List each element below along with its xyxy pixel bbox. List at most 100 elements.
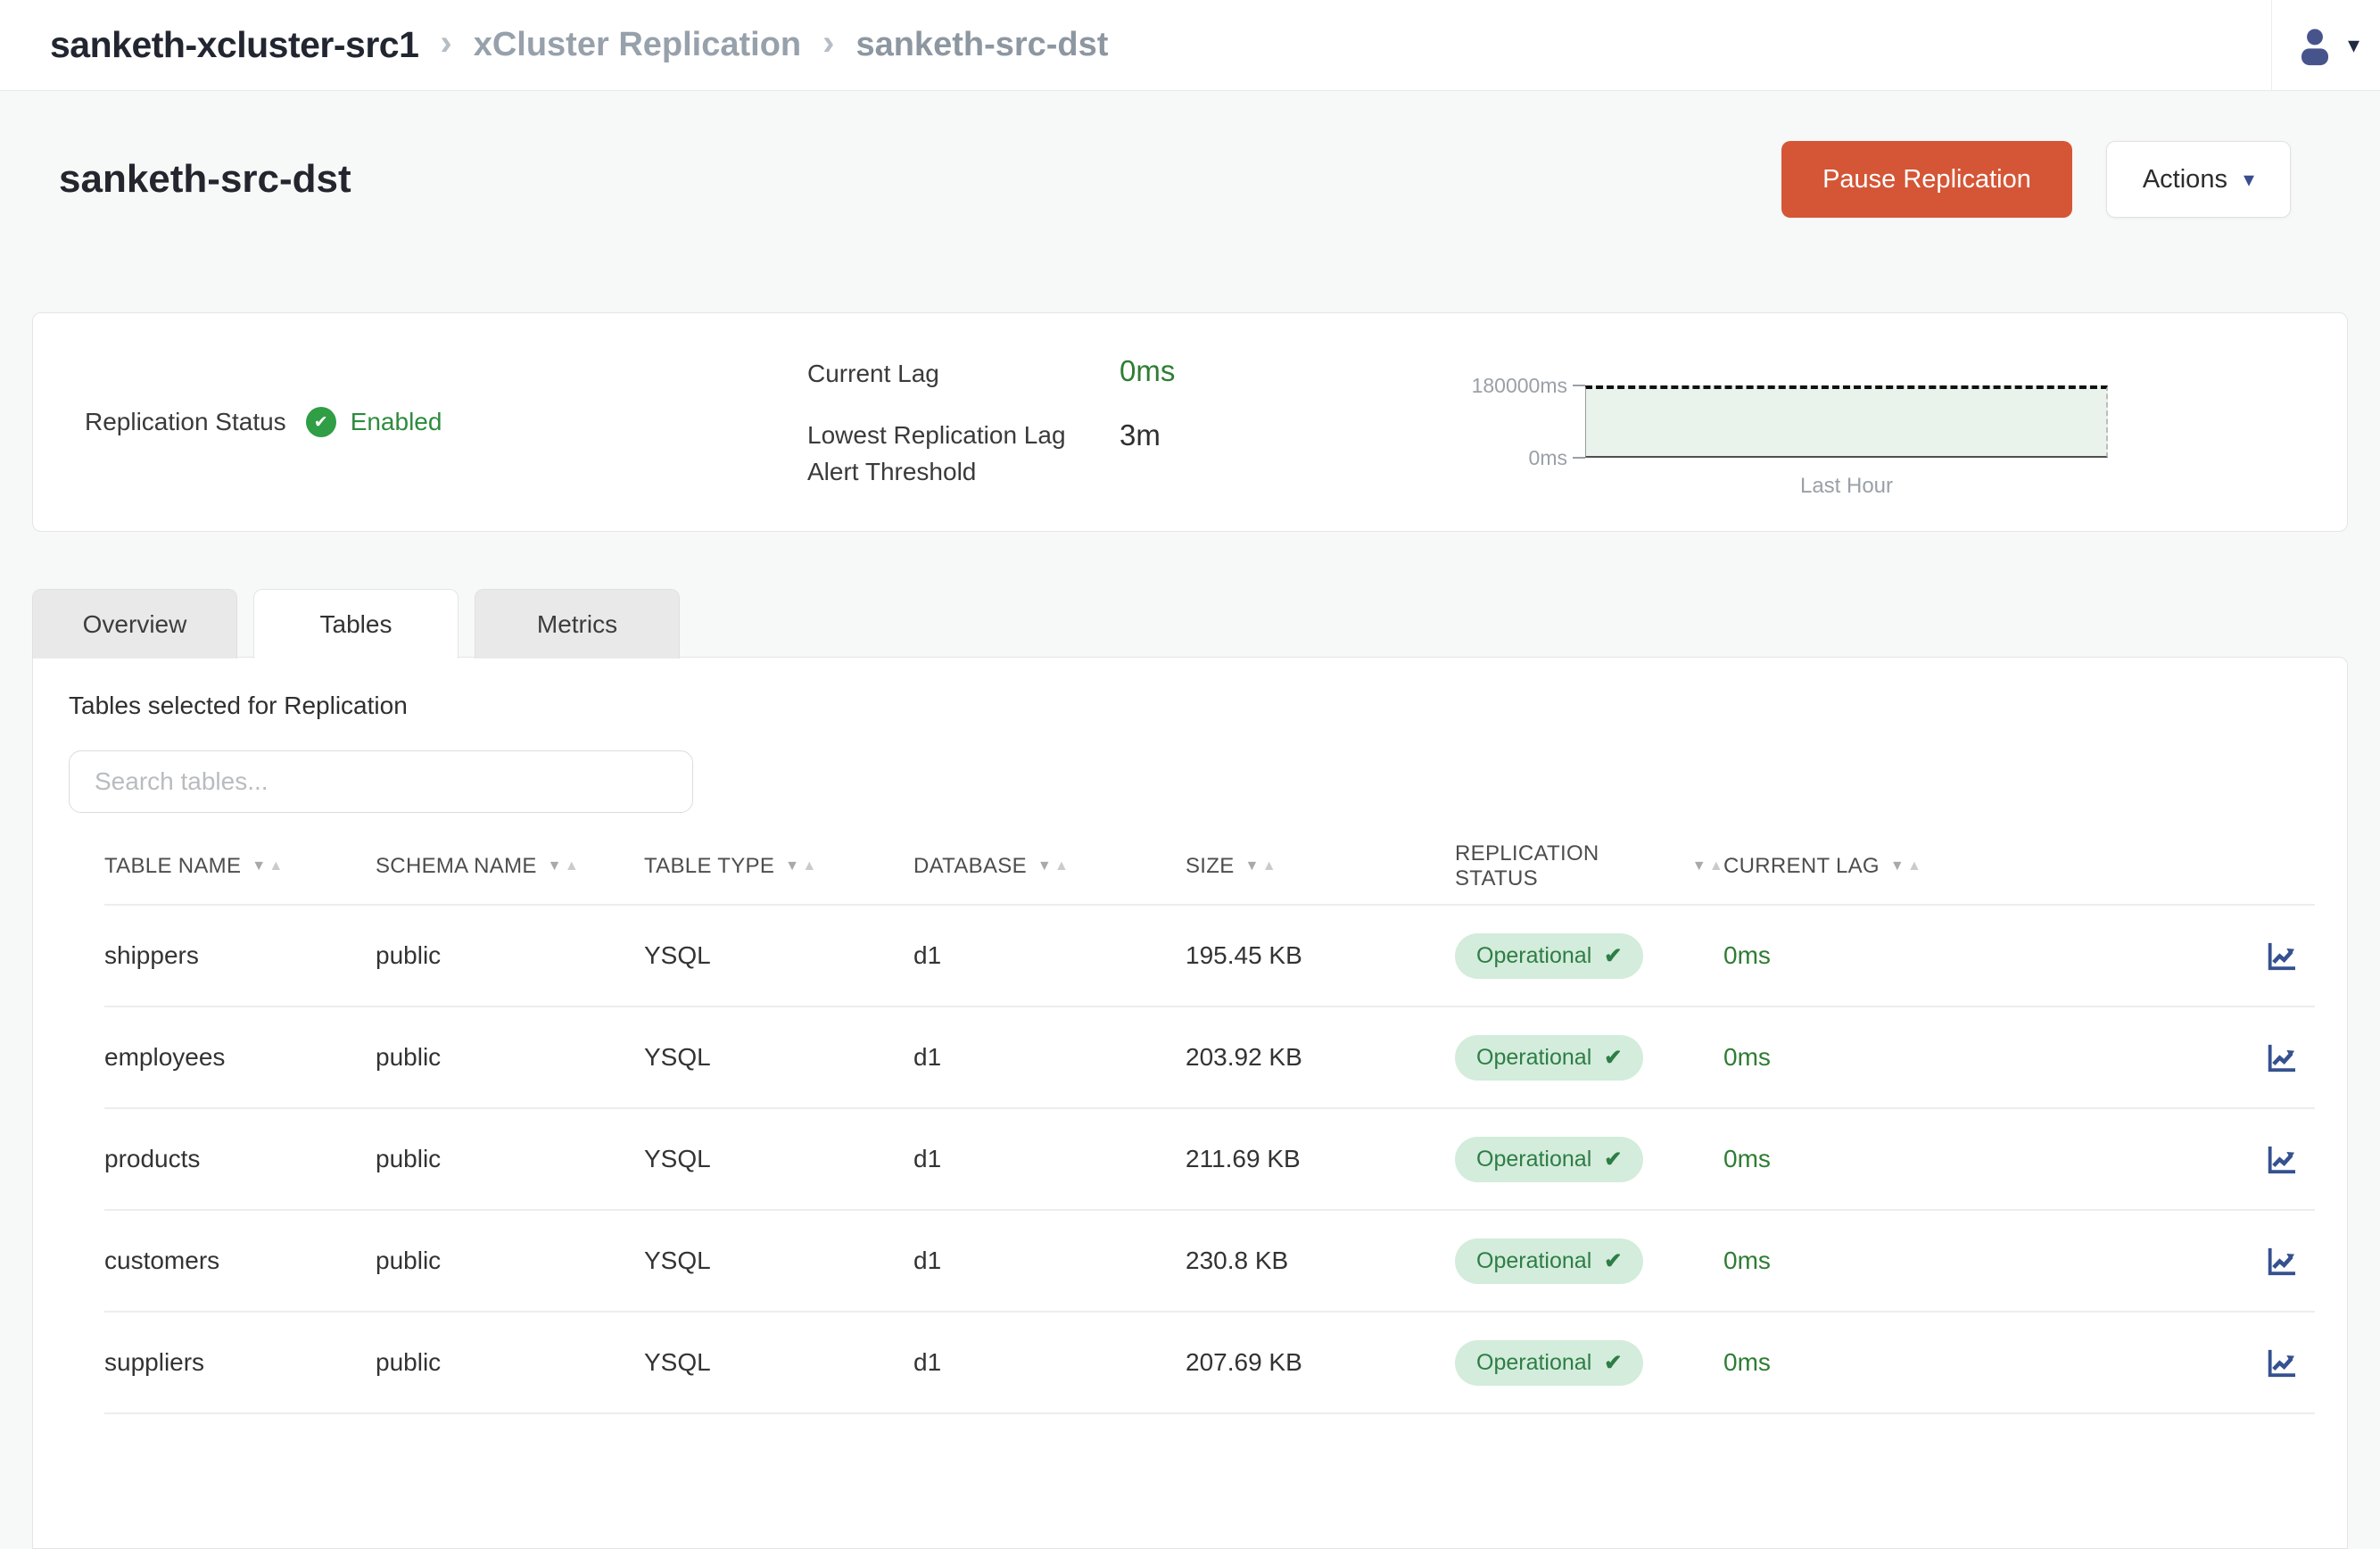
column-header[interactable]: SCHEMA NAME ▼ ▲ bbox=[376, 854, 644, 879]
tab-label: Tables bbox=[320, 610, 393, 639]
lag-chart-ymin-label: 0ms bbox=[1420, 446, 1567, 470]
current-lag-label: Current Lag bbox=[807, 360, 939, 388]
pause-replication-button[interactable]: Pause Replication bbox=[1781, 141, 2072, 218]
sort-icons: ▼ ▲ bbox=[548, 859, 579, 874]
actions-button[interactable]: Actions ▾ bbox=[2106, 141, 2291, 218]
cell-table-type: YSQL bbox=[644, 1348, 913, 1377]
cell-schema-name: public bbox=[376, 1247, 644, 1275]
status-badge-label: Operational bbox=[1476, 1147, 1591, 1172]
user-icon bbox=[2293, 23, 2337, 68]
lag-graph-button[interactable] bbox=[2263, 1243, 2315, 1279]
lag-chart-tick bbox=[1573, 385, 1585, 386]
sort-desc-icon: ▼ bbox=[1692, 859, 1706, 874]
sort-icons: ▼ ▲ bbox=[1245, 859, 1277, 874]
table-row: customers public YSQL d1 230.8 KB Operat… bbox=[104, 1211, 2315, 1313]
cell-replication-status: Operational ✔ bbox=[1455, 1035, 1723, 1081]
column-header[interactable]: DATABASE ▼ ▲ bbox=[913, 854, 1186, 879]
tab-overview[interactable]: Overview bbox=[32, 589, 237, 659]
chart-line-icon bbox=[2263, 938, 2301, 973]
alert-threshold-label-line1: Lowest Replication Lag bbox=[807, 417, 1066, 453]
replication-status: Replication Status ✔ Enabled bbox=[85, 407, 442, 437]
current-lag-value: 0ms bbox=[1120, 354, 1175, 388]
header-buttons: Pause Replication Actions ▾ bbox=[1781, 141, 2291, 218]
sort-asc-icon: ▲ bbox=[269, 859, 283, 874]
chart-line-icon bbox=[2263, 1243, 2301, 1279]
lag-sparkline-chart bbox=[1585, 385, 2108, 458]
cell-database: d1 bbox=[913, 1247, 1186, 1275]
status-badge: Operational ✔ bbox=[1455, 1035, 1643, 1081]
cell-database: d1 bbox=[913, 1043, 1186, 1072]
cell-replication-status: Operational ✔ bbox=[1455, 1238, 1723, 1284]
search-input[interactable] bbox=[69, 750, 693, 813]
column-header-label: SIZE bbox=[1186, 854, 1235, 879]
sort-icons: ▼ ▲ bbox=[1692, 859, 1723, 874]
alert-threshold-label-line2: Alert Threshold bbox=[807, 453, 1066, 490]
table-header-row: TABLE NAME ▼ ▲ SCHEMA NAME ▼ ▲ TABLE TYP… bbox=[104, 829, 2315, 906]
column-header[interactable]: TABLE TYPE ▼ ▲ bbox=[644, 854, 913, 879]
status-badge: Operational ✔ bbox=[1455, 1238, 1643, 1284]
column-header[interactable]: TABLE NAME ▼ ▲ bbox=[104, 854, 376, 879]
lag-graph-button[interactable] bbox=[2263, 1141, 2315, 1177]
status-badge-label: Operational bbox=[1476, 943, 1591, 969]
chart-line-icon bbox=[2263, 1040, 2301, 1075]
actions-button-label: Actions bbox=[2143, 165, 2227, 195]
column-header[interactable]: CURRENT LAG ▼ ▲ bbox=[1723, 854, 1938, 879]
tabs: Overview Tables Metrics bbox=[32, 589, 2380, 659]
replication-status-value: Enabled bbox=[351, 408, 442, 436]
cell-schema-name: public bbox=[376, 1145, 644, 1173]
sort-asc-icon: ▲ bbox=[802, 859, 816, 874]
breadcrumb-cluster-link[interactable]: sanketh-xcluster-src1 bbox=[50, 24, 418, 66]
tab-tables[interactable]: Tables bbox=[253, 589, 459, 659]
column-header-label: TABLE TYPE bbox=[644, 854, 774, 879]
table-row: shippers public YSQL d1 195.45 KB Operat… bbox=[104, 906, 2315, 1007]
sort-desc-icon: ▼ bbox=[1890, 859, 1905, 874]
column-header[interactable]: REPLICATION STATUS ▼ ▲ bbox=[1455, 841, 1723, 891]
status-badge-label: Operational bbox=[1476, 1248, 1591, 1274]
tab-label: Metrics bbox=[537, 610, 617, 639]
check-icon: ✔ bbox=[1604, 1350, 1622, 1376]
column-header-label: DATABASE bbox=[913, 854, 1027, 879]
cell-current-lag: 0ms bbox=[1723, 1247, 1938, 1275]
cell-table-type: YSQL bbox=[644, 941, 913, 970]
breadcrumb-current: sanketh-src-dst bbox=[855, 26, 1108, 64]
chevron-down-icon: ▾ bbox=[2244, 167, 2254, 193]
cell-current-lag: 0ms bbox=[1723, 1348, 1938, 1377]
user-menu[interactable]: ▾ bbox=[2271, 0, 2380, 91]
check-icon: ✔ bbox=[1604, 943, 1622, 969]
cell-schema-name: public bbox=[376, 1043, 644, 1072]
sort-desc-icon: ▼ bbox=[1037, 859, 1052, 874]
sort-icons: ▼ ▲ bbox=[252, 859, 283, 874]
tab-metrics[interactable]: Metrics bbox=[475, 589, 680, 659]
cell-table-name: products bbox=[104, 1145, 376, 1173]
status-badge-label: Operational bbox=[1476, 1350, 1591, 1376]
lag-chart-tick bbox=[1573, 457, 1585, 459]
lag-chart-ymax-label: 180000ms bbox=[1420, 374, 1567, 398]
tables-panel: Tables selected for Replication TABLE NA… bbox=[32, 657, 2348, 1549]
alert-threshold-value: 3m bbox=[1120, 418, 1161, 452]
cell-database: d1 bbox=[913, 941, 1186, 970]
lag-graph-button[interactable] bbox=[2263, 938, 2315, 973]
cell-database: d1 bbox=[913, 1145, 1186, 1173]
check-icon: ✔ bbox=[1604, 1248, 1622, 1274]
cell-table-type: YSQL bbox=[644, 1043, 913, 1072]
cell-table-name: shippers bbox=[104, 941, 376, 970]
sort-desc-icon: ▼ bbox=[548, 859, 562, 874]
cell-schema-name: public bbox=[376, 941, 644, 970]
lag-graph-button[interactable] bbox=[2263, 1345, 2315, 1380]
cell-schema-name: public bbox=[376, 1348, 644, 1377]
check-circle-icon: ✔ bbox=[306, 407, 336, 437]
column-header[interactable]: SIZE ▼ ▲ bbox=[1186, 854, 1455, 879]
lag-graph-button[interactable] bbox=[2263, 1040, 2315, 1075]
cell-current-lag: 0ms bbox=[1723, 1043, 1938, 1072]
sort-desc-icon: ▼ bbox=[785, 859, 799, 874]
status-badge: Operational ✔ bbox=[1455, 1340, 1643, 1386]
status-badge: Operational ✔ bbox=[1455, 933, 1643, 979]
sort-icons: ▼ ▲ bbox=[1037, 859, 1069, 874]
breadcrumb-section-link[interactable]: xCluster Replication bbox=[474, 26, 801, 64]
sort-asc-icon: ▲ bbox=[565, 859, 579, 874]
cell-table-name: customers bbox=[104, 1247, 376, 1275]
column-header-label: REPLICATION STATUS bbox=[1455, 841, 1682, 891]
cell-replication-status: Operational ✔ bbox=[1455, 1340, 1723, 1386]
cell-size: 211.69 KB bbox=[1186, 1145, 1455, 1173]
cell-size: 207.69 KB bbox=[1186, 1348, 1455, 1377]
